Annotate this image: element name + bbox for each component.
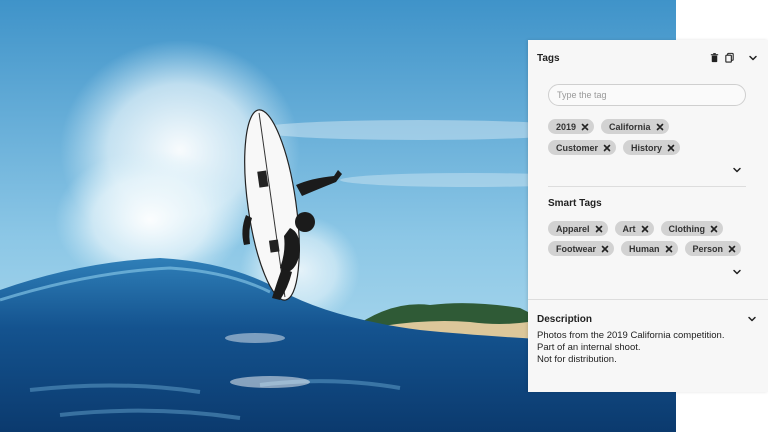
smart-tag-chip: Footwear <box>548 241 615 256</box>
description-title: Description <box>537 314 593 325</box>
smart-tag-label: Apparel <box>556 223 590 234</box>
close-icon[interactable] <box>665 245 673 253</box>
tag-chip: California <box>601 119 669 134</box>
close-icon[interactable] <box>595 225 603 233</box>
divider <box>528 299 768 300</box>
tag-input[interactable] <box>548 84 746 106</box>
smart-tag-chip: Apparel <box>548 221 608 236</box>
tags-row-2: Customer History <box>548 140 681 155</box>
description-line: Not for distribution. <box>537 354 617 365</box>
tags-expand-chevron-down-icon[interactable] <box>731 164 743 176</box>
smart-tag-label: Human <box>629 243 660 254</box>
smart-tag-chip: Clothing <box>660 221 724 236</box>
smart-tag-chip: Human <box>621 241 678 256</box>
tag-chip: 2019 <box>548 119 595 134</box>
tag-label: Customer <box>556 142 599 153</box>
smart-tags-title: Smart Tags <box>548 198 602 209</box>
smart-tags-row-2: Footwear Human Person <box>548 241 742 256</box>
description-line: Photos from the 2019 California competit… <box>537 330 725 341</box>
smart-tags-expand-chevron-down-icon[interactable] <box>731 266 743 278</box>
description-line: Part of an internal shoot. <box>537 342 641 353</box>
close-icon[interactable] <box>581 123 589 131</box>
tag-label: History <box>631 142 663 153</box>
smart-tag-chip: Art <box>614 221 654 236</box>
smart-tag-chip: Person <box>684 241 742 256</box>
asset-info-panel: Tags 2019 California Customer History Sm… <box>528 40 768 392</box>
smart-tags-row-1: Apparel Art Clothing <box>548 221 724 236</box>
tags-row-1: 2019 California <box>548 119 669 134</box>
smart-tag-label: Footwear <box>556 243 597 254</box>
close-icon[interactable] <box>656 123 664 131</box>
tags-title: Tags <box>537 53 560 64</box>
chevron-down-icon[interactable] <box>747 52 759 64</box>
smart-tag-label: Art <box>622 223 636 234</box>
close-icon[interactable] <box>641 225 649 233</box>
close-icon[interactable] <box>710 225 718 233</box>
tag-label: California <box>609 121 651 132</box>
smart-tag-label: Person <box>692 243 724 254</box>
trash-icon[interactable] <box>709 52 720 63</box>
description-chevron-down-icon[interactable] <box>746 313 758 325</box>
close-icon[interactable] <box>728 245 736 253</box>
close-icon[interactable] <box>601 245 609 253</box>
tag-chip: Customer <box>548 140 617 155</box>
close-icon[interactable] <box>603 144 611 152</box>
copy-icon[interactable] <box>724 52 735 63</box>
tag-label: 2019 <box>556 121 577 132</box>
smart-tag-label: Clothing <box>668 223 706 234</box>
divider <box>548 186 746 187</box>
tag-chip: History <box>623 140 681 155</box>
close-icon[interactable] <box>667 144 675 152</box>
